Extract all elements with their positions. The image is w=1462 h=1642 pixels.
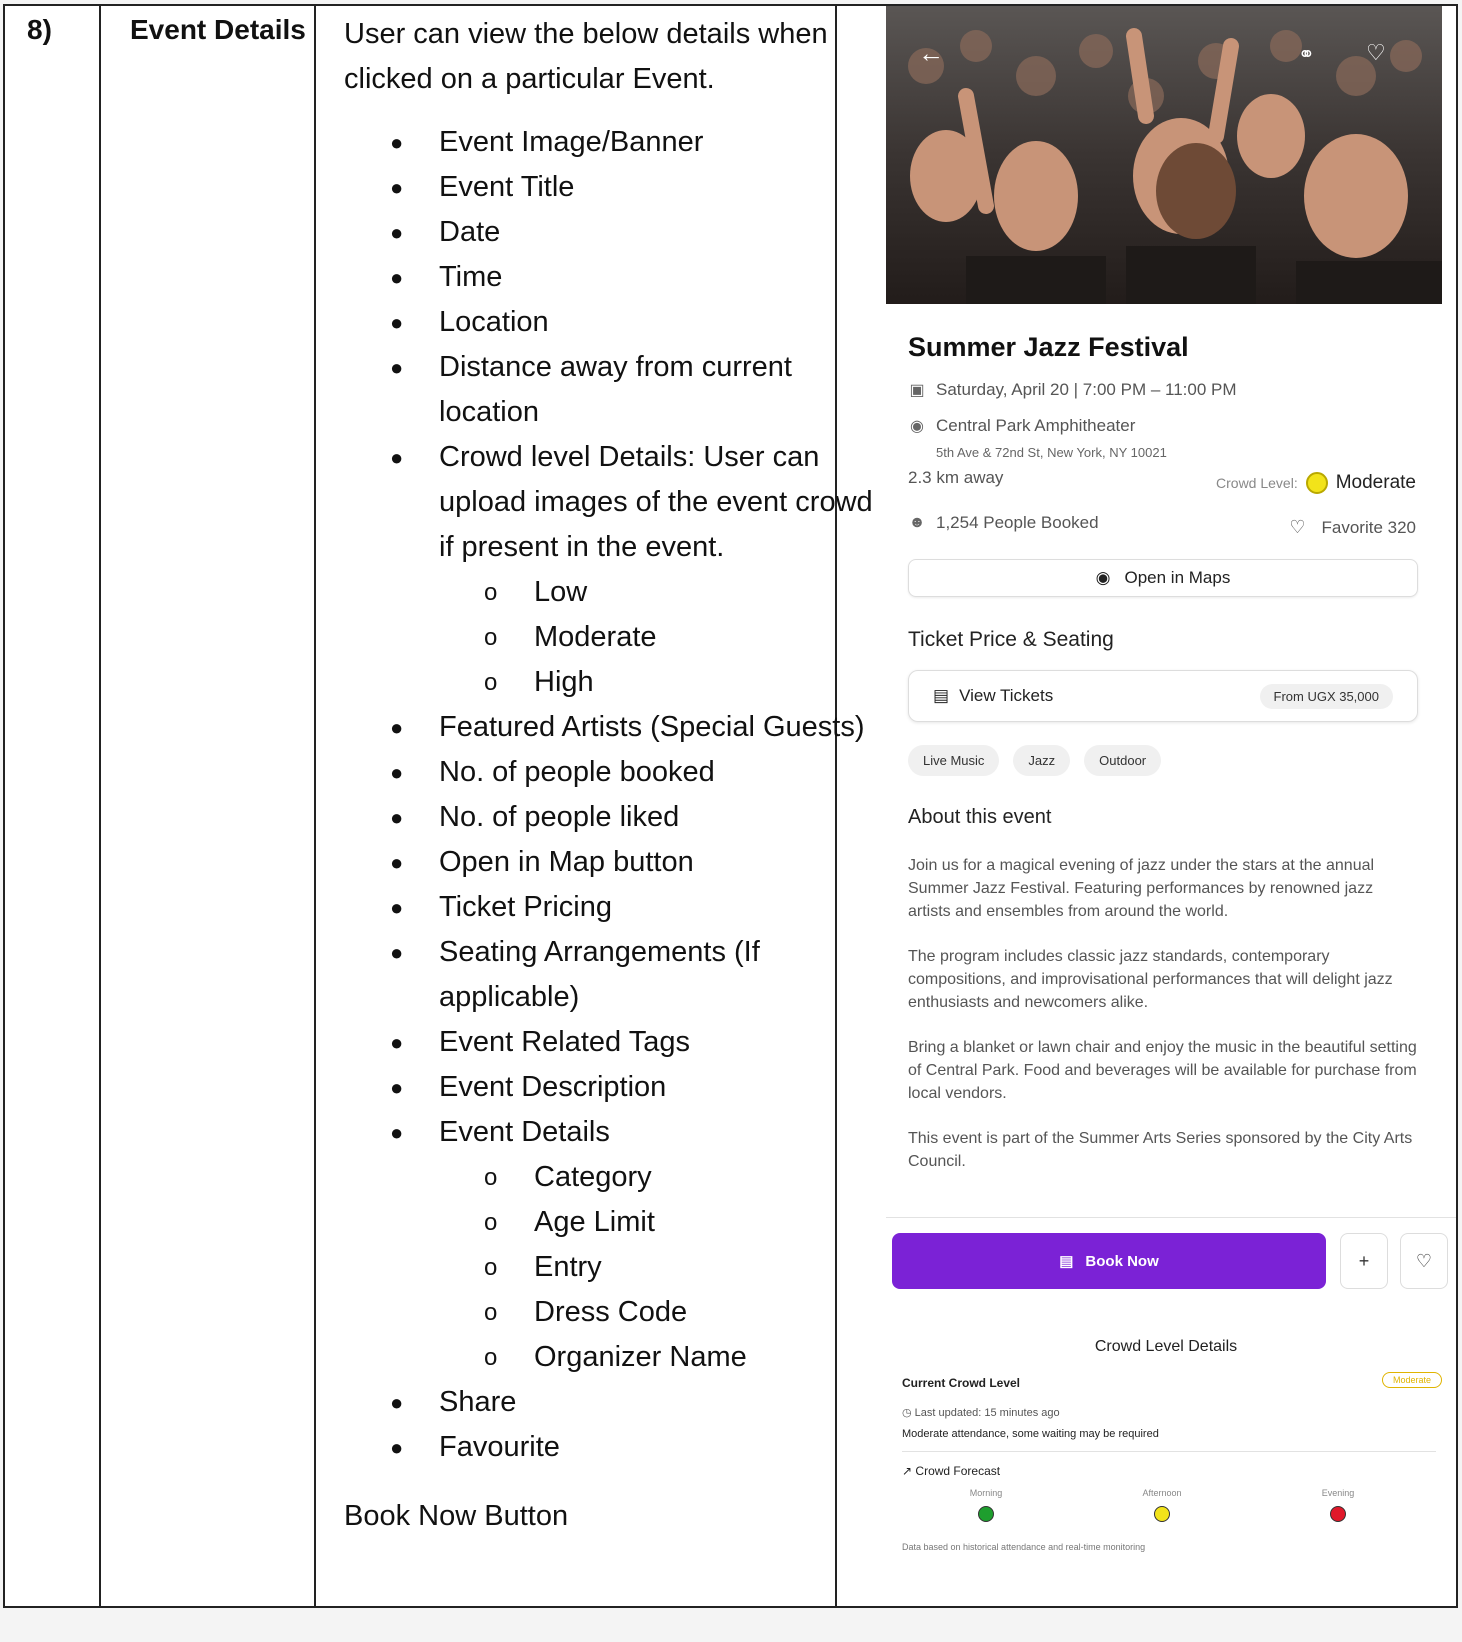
forecast-dot: [1330, 1506, 1346, 1522]
column-divider: [314, 6, 316, 1606]
map-pin-icon: ◉: [1095, 568, 1111, 587]
list-item: ● Share: [390, 1386, 517, 1418]
description-paragraph: Join us for a magical evening of jazz un…: [908, 857, 1375, 920]
forecast-evening: Evening: [1288, 1488, 1388, 1522]
list-item: ● Crowd level Details: User can upload im…: [344, 435, 874, 705]
list-item: ● Event Description: [390, 1071, 667, 1103]
add-button[interactable]: +: [1340, 1233, 1388, 1289]
list-item: ● Event Image/Banner: [390, 126, 704, 158]
event-distance: 2.3 km away: [908, 468, 1004, 487]
crowd-status-badge: Moderate: [1382, 1372, 1443, 1388]
trend-up-icon: ↗: [902, 1464, 913, 1478]
event-address: 5th Ave & 72nd St, New York, NY 10021: [936, 445, 1167, 460]
list-item: ● Event Title: [390, 171, 575, 203]
forecast-dot: [1154, 1506, 1170, 1522]
tag-chip[interactable]: Jazz: [1013, 745, 1071, 776]
book-now-requirement: Book Now Button: [344, 1500, 569, 1532]
crowd-forecast-title: ↗ Crowd Forecast: [902, 1464, 1001, 1478]
sub-list-item: o Organizer Name: [484, 1341, 747, 1373]
crowd-details-title: Crowd Level Details: [1094, 1338, 1238, 1355]
tag-chip[interactable]: Live Music: [908, 745, 1000, 776]
list-item: ● Favourite: [390, 1431, 560, 1463]
event-location-row: ◉ Central Park Amphitheater: [908, 416, 1135, 436]
sub-list-item: o Moderate: [484, 621, 657, 653]
list-item: ● Location: [390, 306, 549, 338]
list-item: ● No. of people liked: [390, 801, 680, 833]
list-item: ● Featured Artists (Special Guests): [390, 711, 865, 743]
column-divider: [99, 6, 101, 1606]
list-item: ● Ticket Pricing: [390, 891, 612, 923]
sub-list-item: o Category: [484, 1161, 652, 1193]
sub-list-item: o Dress Code: [484, 1296, 688, 1328]
event-details-sublist: o Category o Age Limit o Entry o Dress Code …: [439, 1155, 874, 1380]
event-tags: Live Music Jazz Outdoor: [908, 745, 1162, 776]
ticket-icon: ▤: [933, 686, 950, 705]
sub-list-item: o Age Limit: [484, 1206, 655, 1238]
requirement-list: ● Event Image/Banner ● Event Title ● Date ●…: [344, 120, 874, 1470]
event-datetime: Saturday, April 20 | 7:00 PM – 11:00 PM: [936, 380, 1237, 399]
view-tickets-label: View Tickets: [959, 686, 1054, 705]
crowd-level-dot: [1305, 472, 1328, 494]
description-paragraph: Bring a blanket or lawn chair and enjoy …: [908, 1039, 1417, 1102]
event-title: Summer Jazz Festival: [908, 332, 1189, 362]
open-in-maps-button[interactable]: ◉ Open in Maps: [908, 559, 1418, 597]
heart-icon[interactable]: ♡: [1366, 40, 1386, 66]
people-icon: ☻: [908, 514, 926, 531]
heart-icon: ♡: [1289, 517, 1306, 537]
description-intro: User can view the below details when cli…: [344, 18, 828, 95]
list-item: ● Time: [390, 261, 503, 293]
description-paragraph: This event is part of the Summer Arts Se…: [908, 1130, 1413, 1170]
event-date-row: ▣ Saturday, April 20 | 7:00 PM – 11:00 P…: [908, 380, 1237, 400]
ticket-icon: ▤: [1059, 1253, 1074, 1270]
event-venue: Central Park Amphitheater: [936, 416, 1136, 435]
event-details-screen: ← ⚭ ♡ Summer Jazz Festival ▣ Saturday, A…: [886, 6, 1456, 1604]
clock-icon: ◷: [902, 1407, 912, 1419]
list-item: ● No. of people booked: [390, 756, 715, 788]
crowd-note: Moderate attendance, some waiting may be…: [902, 1428, 1159, 1440]
crowd-level-indicator: Crowd Level: Moderate: [1216, 472, 1416, 494]
divider: [902, 1451, 1436, 1452]
crowd-level-sublist: o Low o Moderate o High: [439, 570, 874, 705]
list-item: ● Distance away from current location: [390, 351, 792, 428]
people-booked: 1,254 People Booked: [936, 513, 1099, 532]
favorite-count[interactable]: ♡ Favorite 320: [1289, 517, 1416, 538]
last-updated: ◷ Last updated: 15 minutes ago: [902, 1407, 1060, 1419]
list-item: ● Event Details o Category o Age Limit o Ent…: [344, 1110, 874, 1380]
forecast-afternoon: Afternoon: [1112, 1488, 1212, 1522]
heart-icon: ♡: [1415, 1250, 1433, 1271]
sub-list-item: o High: [484, 666, 594, 698]
favorite-button[interactable]: ♡: [1400, 1233, 1448, 1289]
row-number: 8): [27, 14, 52, 45]
current-crowd-label: Current Crowd Level: [902, 1376, 1021, 1390]
feature-description: User can view the below details when cli…: [344, 12, 874, 1539]
ticket-price-badge: From UGX 35,000: [1259, 683, 1393, 709]
description-paragraph: The program includes classic jazz standa…: [908, 948, 1393, 1011]
event-banner-image: ← ⚭ ♡: [886, 6, 1442, 304]
list-item: ● Seating Arrangements (If applicable): [390, 936, 760, 1013]
view-tickets-button[interactable]: ▤ View Tickets From UGX 35,000: [908, 670, 1418, 722]
people-booked-row: ☻ 1,254 People Booked: [908, 513, 1099, 533]
list-item: ● Open in Map button: [390, 846, 694, 878]
divider: [886, 1217, 1456, 1218]
feature-name: Event Details: [130, 14, 306, 45]
about-title: About this event: [908, 806, 1052, 828]
list-item: ● Date: [390, 216, 501, 248]
map-pin-icon: ◉: [910, 418, 924, 435]
crowd-level-value: Moderate: [1335, 472, 1416, 493]
forecast-footnote: Data based on historical attendance and …: [902, 1542, 1146, 1552]
calendar-icon: ▣: [909, 382, 925, 399]
share-icon[interactable]: ⚭: [1298, 42, 1315, 67]
forecast-morning: Morning: [936, 1488, 1036, 1522]
forecast-dot: [978, 1506, 994, 1522]
tag-chip[interactable]: Outdoor: [1084, 745, 1162, 776]
book-now-button[interactable]: ▤ Book Now: [892, 1233, 1326, 1289]
list-item: ● Event Related Tags: [390, 1026, 690, 1058]
sub-list-item: o Low: [484, 576, 588, 608]
sub-list-item: o Entry: [484, 1251, 602, 1283]
crowd-level-label: Crowd Level:: [1216, 475, 1298, 491]
ticket-section-title: Ticket Price & Seating: [908, 628, 1114, 651]
arrow-left-icon[interactable]: ←: [918, 38, 944, 69]
event-description: Join us for a magical evening of jazz un…: [908, 854, 1418, 1195]
